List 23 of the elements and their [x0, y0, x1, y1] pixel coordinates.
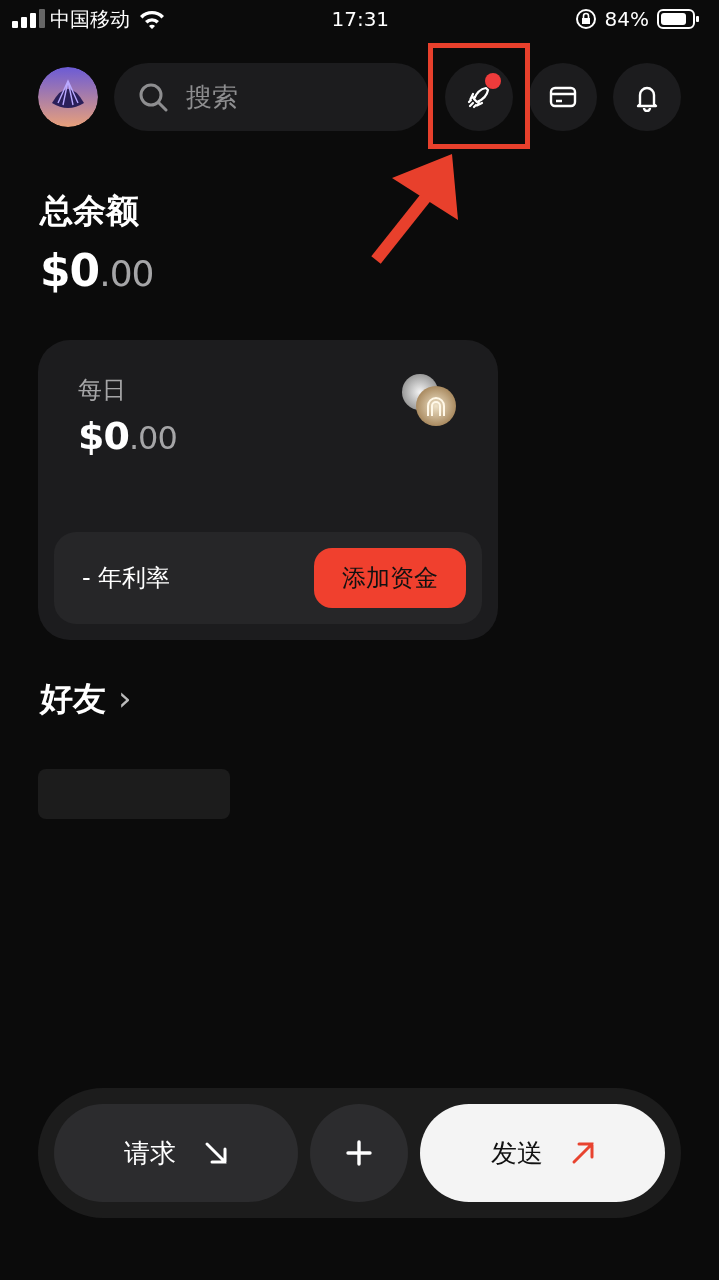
battery-percent: 84% [604, 6, 649, 33]
chevron-icon[interactable]: › [118, 681, 132, 716]
arrow-up-right-icon [570, 1141, 595, 1165]
balance-title: 总余额 [40, 190, 140, 232]
interest-rate: - 年利率 [82, 562, 171, 594]
carrier-name: 中国移动 [50, 6, 130, 33]
wifi-icon [138, 9, 166, 29]
request-button[interactable]: 请求 [54, 1104, 298, 1202]
send-button[interactable]: 发送 [420, 1104, 665, 1202]
section-title: 好友 [40, 677, 106, 720]
search-field[interactable]: 搜索 [114, 63, 429, 131]
notification-dot [485, 73, 501, 89]
rotation-lock-icon [574, 8, 597, 30]
avatar[interactable] [38, 67, 98, 127]
card-amount: $0.00 [78, 412, 177, 460]
clock-time: 17:31 [331, 6, 391, 33]
plus-icon [346, 1140, 372, 1166]
balance-amount: $0.00 [40, 243, 155, 298]
signal-icon [12, 9, 46, 29]
arrow-down-right-icon [204, 1141, 228, 1165]
add-funds-button[interactable]: 添加资金 [314, 547, 466, 608]
battery-icon [657, 8, 699, 30]
card-label: 每日 [78, 374, 127, 406]
